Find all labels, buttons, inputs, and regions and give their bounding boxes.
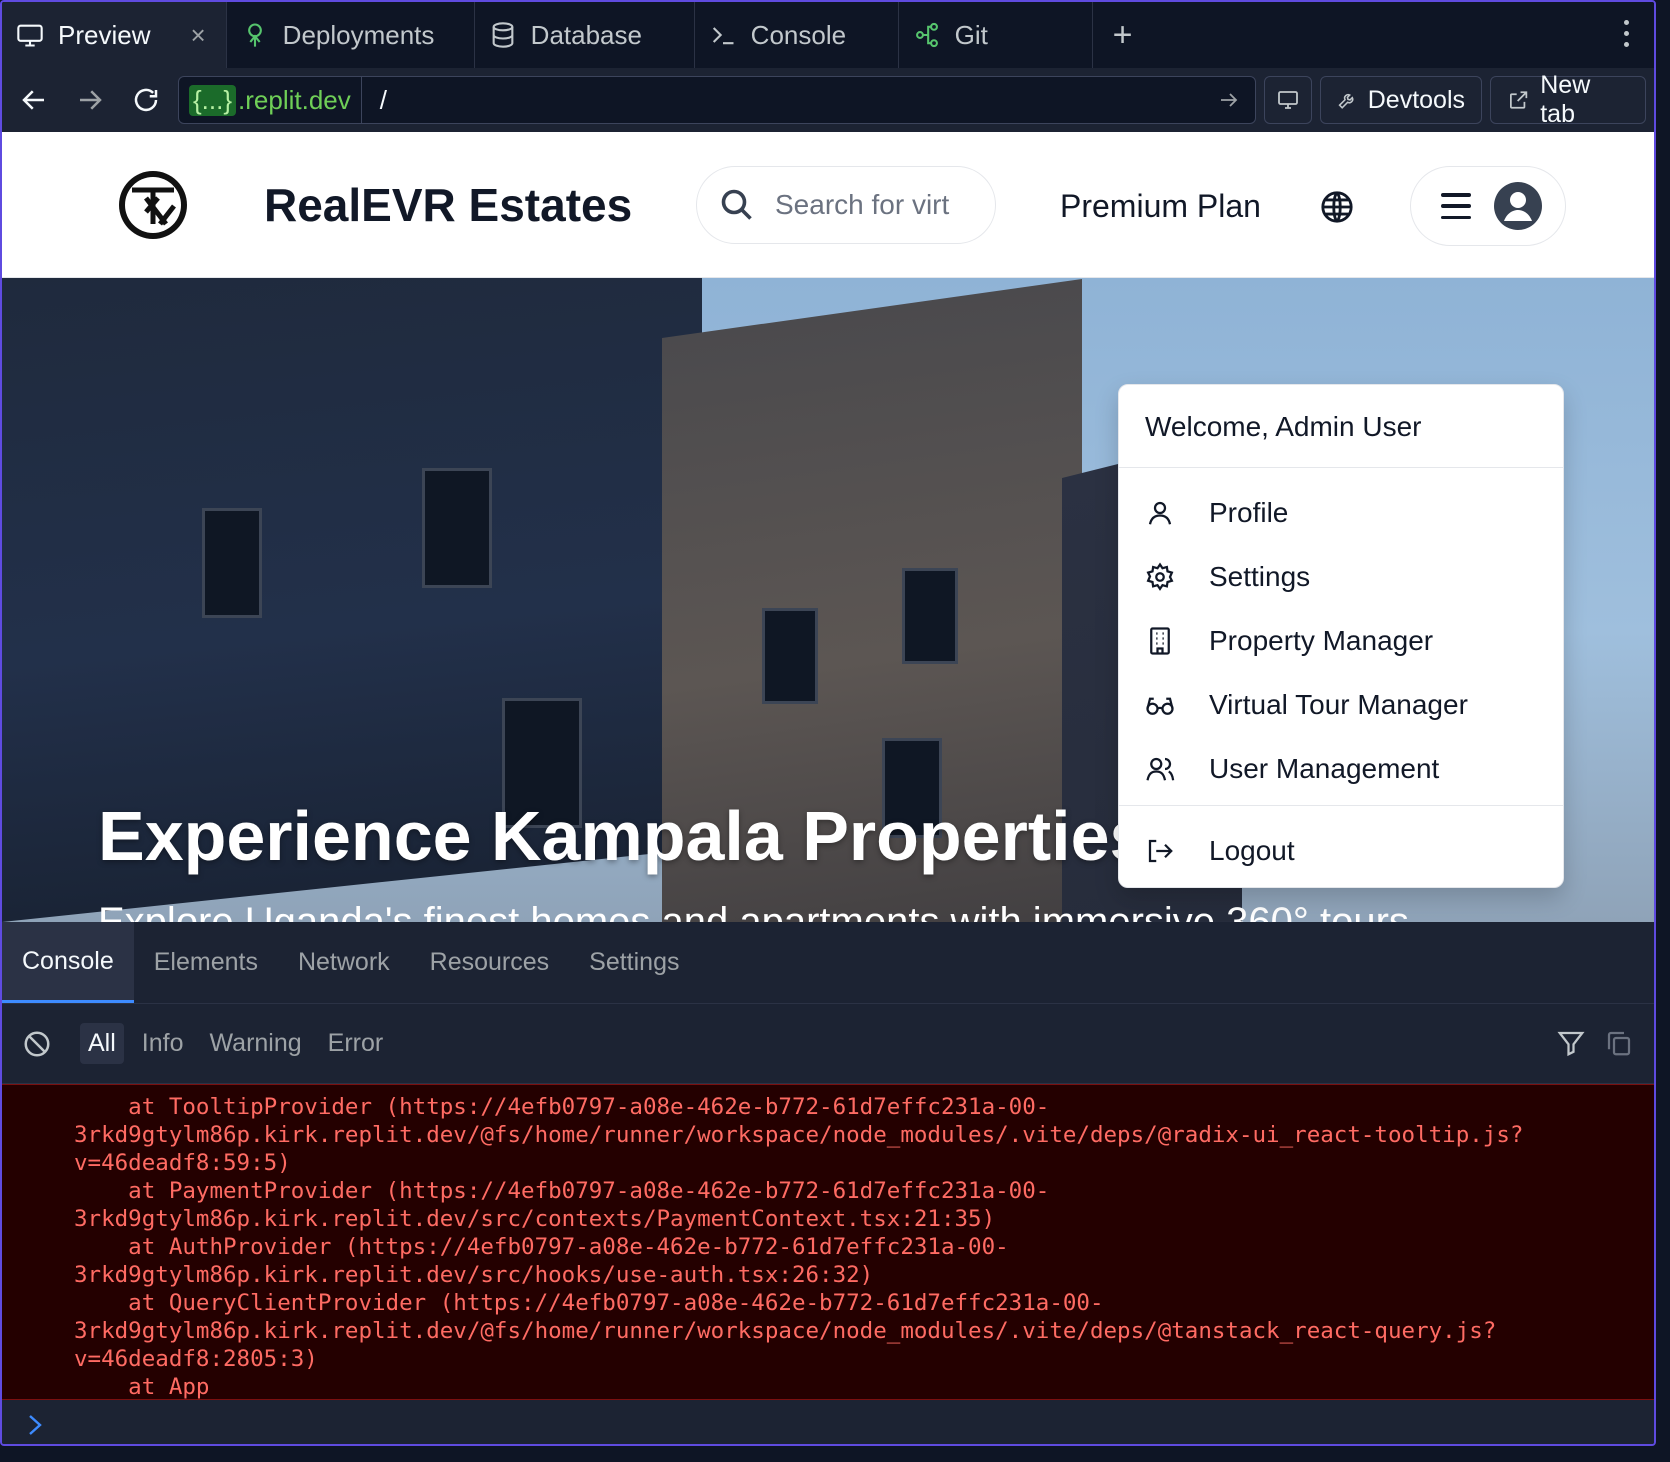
reload-icon bbox=[134, 88, 158, 112]
database-icon bbox=[492, 22, 514, 48]
workspace-tab-strip: Preview × Deployments Database Console G… bbox=[2, 2, 1654, 68]
console-filter-bar: All Info Warning Error bbox=[2, 1004, 1654, 1084]
divider bbox=[1119, 805, 1563, 806]
users-icon bbox=[1146, 757, 1175, 781]
new-tab-button[interactable]: New tab bbox=[1490, 71, 1646, 128]
tab-deployments[interactable]: Deployments bbox=[226, 2, 475, 68]
console-error-log: at TooltipProvider (https://4efb0797-a08… bbox=[2, 1084, 1654, 1400]
globe-icon[interactable] bbox=[1320, 190, 1354, 224]
device-preview-button[interactable] bbox=[1264, 76, 1312, 124]
search-input[interactable] bbox=[775, 189, 965, 221]
tab-label: Console bbox=[750, 19, 847, 50]
preview-viewport: Experience Kampala Properties Virtually … bbox=[2, 132, 1654, 922]
menu-item-label: User Management bbox=[1209, 753, 1440, 784]
clear-console-icon[interactable] bbox=[22, 1029, 52, 1059]
gear-icon bbox=[1146, 562, 1174, 591]
reload-button[interactable] bbox=[118, 72, 174, 128]
tab-label: Git bbox=[954, 19, 988, 50]
devtools-label: Devtools bbox=[1367, 85, 1465, 114]
search-box[interactable] bbox=[696, 166, 996, 244]
chevron-right-icon[interactable] bbox=[26, 1410, 46, 1440]
forward-button[interactable] bbox=[62, 72, 118, 128]
screen-icon bbox=[1278, 91, 1298, 109]
url-domain: {...} .replit.dev bbox=[179, 77, 362, 123]
window-image bbox=[762, 608, 818, 704]
tab-label: Preview bbox=[58, 19, 151, 50]
filter-icon[interactable] bbox=[1556, 1028, 1586, 1058]
menu-item-profile[interactable]: Profile bbox=[1145, 489, 1539, 537]
avatar-icon bbox=[1494, 182, 1542, 230]
menu-item-label: Profile bbox=[1209, 497, 1289, 528]
user-dropdown-menu: Welcome, Admin User Profile Settings Pro… bbox=[1118, 384, 1564, 888]
monitor-icon bbox=[17, 24, 43, 47]
devtools-tabs: Console Elements Network Resources Setti… bbox=[2, 922, 1654, 1004]
close-icon[interactable]: × bbox=[190, 20, 205, 51]
window-image bbox=[422, 468, 492, 588]
logout-icon bbox=[1148, 839, 1173, 863]
external-link-icon bbox=[1510, 91, 1528, 109]
tab-label: Deployments bbox=[282, 19, 435, 50]
devtools-tab-console[interactable]: Console bbox=[2, 922, 134, 1003]
add-tab-button[interactable]: + bbox=[1093, 2, 1153, 68]
replit-workspace: Preview × Deployments Database Console G… bbox=[0, 0, 1656, 1446]
url-brace: {...} bbox=[189, 84, 237, 116]
user-menu-button[interactable] bbox=[1410, 166, 1566, 246]
more-options-icon[interactable] bbox=[1624, 20, 1632, 47]
divider bbox=[1119, 467, 1563, 468]
tab-console[interactable]: Console bbox=[694, 2, 899, 68]
arrow-right-icon bbox=[80, 90, 102, 110]
devtools-button[interactable]: Devtools bbox=[1320, 76, 1482, 124]
devtools-tab-network[interactable]: Network bbox=[278, 922, 410, 1003]
wrench-icon bbox=[1338, 93, 1354, 109]
menu-item-property-manager[interactable]: Property Manager bbox=[1145, 617, 1539, 665]
devtools-tab-elements[interactable]: Elements bbox=[134, 922, 278, 1003]
tab-database[interactable]: Database bbox=[474, 2, 695, 68]
menu-item-user-management[interactable]: User Management bbox=[1145, 745, 1539, 793]
new-tab-label: New tab bbox=[1540, 71, 1591, 128]
url-domain-text: .replit.dev bbox=[238, 84, 351, 115]
hero-subtitle: Explore Uganda's finest homes and apartm… bbox=[98, 900, 1409, 922]
menu-item-logout[interactable]: Logout bbox=[1145, 827, 1539, 875]
console-actions bbox=[1556, 1028, 1634, 1058]
menu-item-virtual-tour-manager[interactable]: Virtual Tour Manager bbox=[1145, 681, 1539, 729]
window-image bbox=[902, 568, 958, 664]
go-arrow-icon[interactable] bbox=[1217, 88, 1241, 112]
devtools-tab-settings[interactable]: Settings bbox=[569, 922, 699, 1003]
menu-item-label: Property Manager bbox=[1209, 625, 1434, 656]
search-icon bbox=[721, 189, 752, 220]
level-all[interactable]: All bbox=[80, 1023, 124, 1064]
level-error[interactable]: Error bbox=[320, 1023, 392, 1064]
building-icon bbox=[1150, 627, 1170, 655]
premium-plan-link[interactable]: Premium Plan bbox=[1060, 188, 1261, 225]
menu-item-settings[interactable]: Settings bbox=[1145, 553, 1539, 601]
copy-icon[interactable] bbox=[1604, 1028, 1634, 1058]
brand-logo[interactable] bbox=[116, 168, 190, 242]
devtools-tab-resources[interactable]: Resources bbox=[410, 922, 570, 1003]
user-icon bbox=[1148, 501, 1172, 525]
back-button[interactable] bbox=[6, 72, 62, 128]
menu-icon bbox=[1441, 193, 1471, 219]
level-info[interactable]: Info bbox=[134, 1023, 192, 1064]
tab-label: Database bbox=[530, 19, 642, 50]
git-icon bbox=[915, 22, 938, 48]
menu-item-label: Virtual Tour Manager bbox=[1209, 689, 1468, 720]
tab-preview[interactable]: Preview × bbox=[2, 2, 227, 68]
welcome-text: Welcome, Admin User bbox=[1145, 411, 1422, 442]
brand-name[interactable]: RealEVR Estates bbox=[264, 178, 632, 232]
menu-item-label: Logout bbox=[1209, 835, 1295, 866]
deployments-icon bbox=[247, 23, 262, 47]
arrow-left-icon bbox=[22, 90, 44, 110]
preview-toolbar: {...} .replit.dev / Devtools New tab bbox=[2, 68, 1654, 132]
url-bar[interactable]: {...} .replit.dev / bbox=[178, 76, 1256, 124]
terminal-icon bbox=[712, 27, 734, 45]
glasses-icon bbox=[1146, 697, 1174, 715]
menu-item-label: Settings bbox=[1209, 561, 1311, 592]
devtools-panel: Console Elements Network Resources Setti… bbox=[2, 922, 1654, 1444]
tab-git[interactable]: Git bbox=[898, 2, 1093, 68]
site-header: RealEVR Estates Premium Plan bbox=[2, 132, 1654, 278]
window-image bbox=[202, 508, 262, 618]
level-warning[interactable]: Warning bbox=[202, 1023, 310, 1064]
url-path[interactable]: / bbox=[362, 85, 1217, 116]
